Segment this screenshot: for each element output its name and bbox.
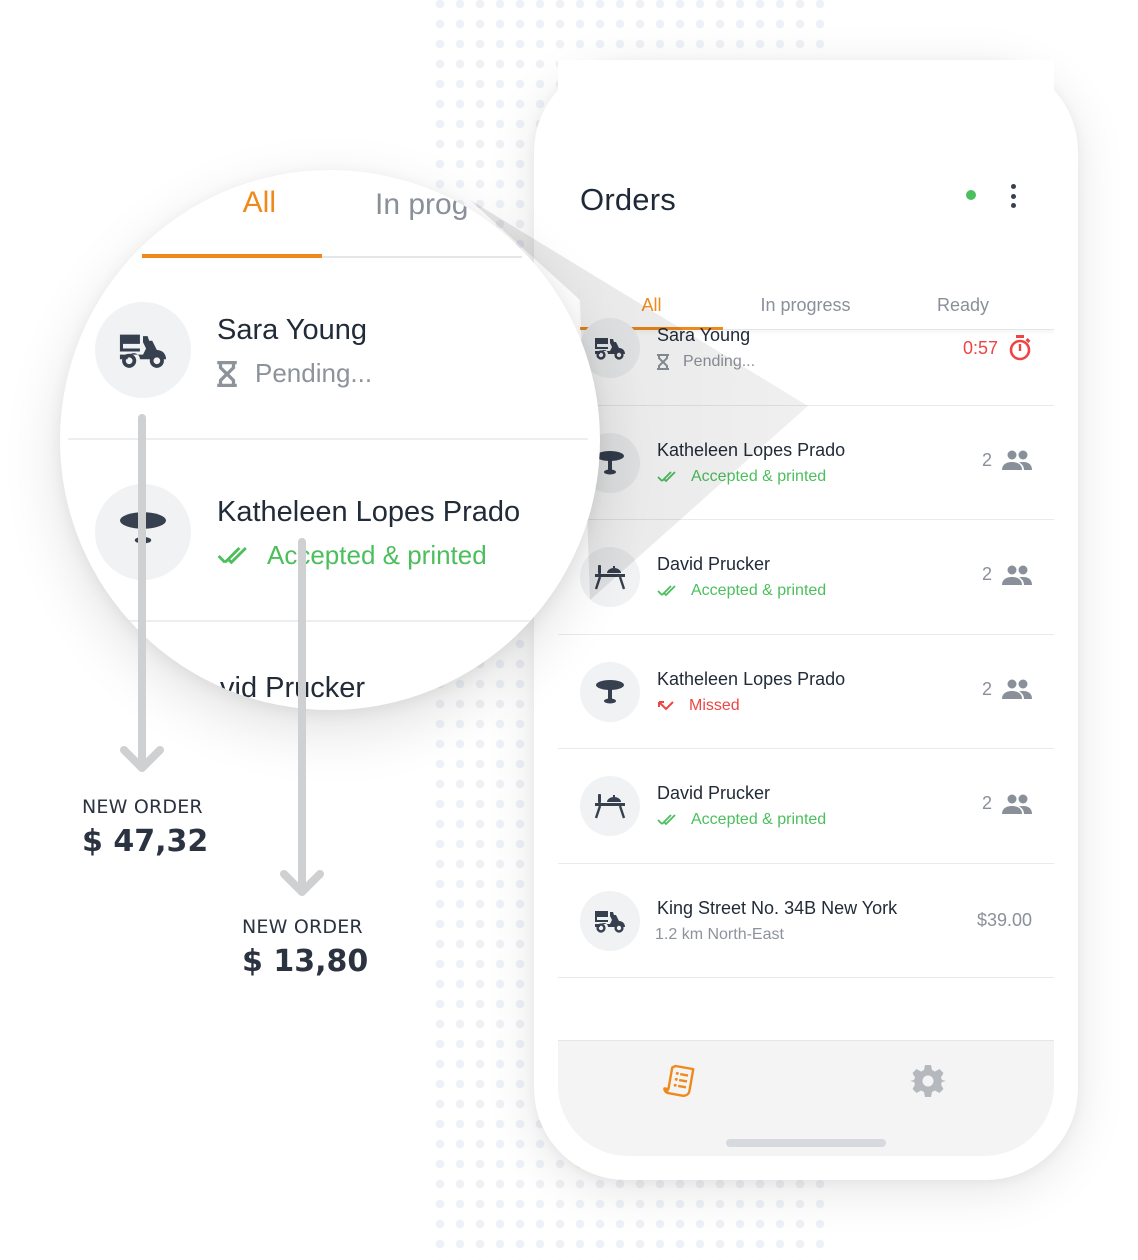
magnified-tab-all: All <box>142 186 322 258</box>
callout-label: NEW ORDER <box>82 796 203 818</box>
order-status-text: Accepted & printed <box>691 467 827 485</box>
order-row[interactable]: Katheleen Lopes Prado Accepted & printed… <box>558 406 1054 520</box>
order-row[interactable]: Katheleen Lopes Prado Missed 2 <box>558 635 1054 749</box>
online-status-indicator <box>966 190 976 200</box>
guest-count-text: 2 <box>981 793 992 813</box>
order-status-text: Accepted & printed <box>691 811 827 828</box>
app-header: Orders <box>558 170 1054 230</box>
order-status-text: Pending... <box>683 353 756 370</box>
order-address: King Street No. 34B New York <box>657 897 898 918</box>
home-indicator <box>726 1139 886 1147</box>
double-check-icon <box>217 546 247 564</box>
order-status: Missed <box>657 697 740 715</box>
orders-screen: Orders All In progress Ready Sara Young … <box>558 60 1054 1156</box>
guest-count-text: 2 <box>981 449 992 470</box>
callout-amount: $ 13,80 <box>242 944 369 979</box>
order-status-text: Missed <box>689 696 740 714</box>
order-row[interactable]: King Street No. 34B New York 1.2 km Nort… <box>558 864 1054 978</box>
magnified-status-text: Pending... <box>255 358 373 388</box>
order-status: Accepted & printed <box>657 468 826 486</box>
order-customer-name: David Prucker <box>657 554 771 574</box>
magnified-order-status: Pending... <box>217 358 372 389</box>
order-customer-name: Katheleen Lopes Prado <box>657 668 846 689</box>
people-icon <box>1002 794 1032 814</box>
arrow-head-icon <box>280 870 324 896</box>
guest-count: 2 <box>982 679 1032 700</box>
magnified-order-status: Accepted & printed <box>217 540 487 571</box>
people-icon <box>1002 679 1032 699</box>
order-status: Accepted & printed <box>657 582 826 600</box>
magnified-order-row: Sara Young Pending... <box>68 258 588 440</box>
order-price-text: $39.00 <box>976 909 1032 930</box>
phone-frame: Orders All In progress Ready Sara Young … <box>534 60 1078 1180</box>
guest-count: 2 <box>982 793 1032 814</box>
order-distance-text: 1.2 km North-East <box>655 925 784 943</box>
double-check-icon <box>657 470 676 482</box>
order-status: Accepted & printed <box>657 811 826 829</box>
order-customer-name: David Prucker <box>657 783 771 803</box>
guest-count-text: 2 <box>981 678 992 699</box>
new-order-callout: NEW ORDER $ 13,80 <box>242 916 368 979</box>
magnified-customer-name: Sara Young <box>217 314 367 346</box>
new-order-callout: NEW ORDER $ 47,32 <box>82 796 208 859</box>
guest-count: 2 <box>982 450 1032 471</box>
missed-call-icon <box>658 700 674 710</box>
timer-text: 0:57 <box>962 337 998 358</box>
guest-count: 2 <box>982 564 1032 585</box>
guest-count-text: 2 <box>981 564 992 584</box>
orders-receipt-icon[interactable] <box>662 1063 698 1099</box>
people-icon <box>1002 565 1032 585</box>
magnified-tab-in-progress: In prog <box>375 188 469 221</box>
dining-table-icon <box>580 776 640 836</box>
double-check-icon <box>657 814 676 826</box>
magnified-tabs: All In prog <box>142 170 522 258</box>
callout-amount: $ 47,32 <box>82 824 209 859</box>
order-status: Pending... <box>657 353 755 371</box>
magnified-customer-name: Katheleen Lopes Prado <box>217 496 521 528</box>
more-vertical-icon[interactable] <box>1006 182 1020 210</box>
order-customer-name: Katheleen Lopes Prado <box>657 439 846 460</box>
orders-list: Sara Young Pending... 0:57 Katheleen Lop… <box>558 291 1054 978</box>
stopwatch-icon <box>1009 335 1031 361</box>
scooter-delivery-icon <box>95 302 191 398</box>
magnified-order-row: Katheleen Lopes Prado Accepted & printed <box>68 440 588 622</box>
settings-gear-icon[interactable] <box>910 1063 946 1099</box>
order-price: $39.00 <box>977 910 1032 931</box>
order-timer: 0:57 <box>963 335 1032 361</box>
order-distance: 1.2 km North-East <box>655 926 784 944</box>
people-icon <box>1002 450 1032 470</box>
scooter-delivery-icon <box>580 890 640 951</box>
order-row[interactable]: Sara Young Pending... 0:57 <box>558 291 1054 406</box>
magnified-partial-name: vid Prucker <box>220 672 366 704</box>
arrow-head-icon <box>120 746 164 772</box>
hourglass-icon <box>217 360 237 387</box>
bottom-navigation <box>558 1040 1054 1156</box>
order-status-text: Accepted & printed <box>691 582 827 599</box>
double-check-icon <box>657 585 676 597</box>
order-row[interactable]: David Prucker Accepted & printed 2 <box>558 749 1054 864</box>
order-customer-name: Sara Young <box>657 325 751 345</box>
hourglass-icon <box>657 354 669 370</box>
order-row[interactable]: David Prucker Accepted & printed 2 <box>558 520 1054 635</box>
callout-label: NEW ORDER <box>242 916 363 938</box>
